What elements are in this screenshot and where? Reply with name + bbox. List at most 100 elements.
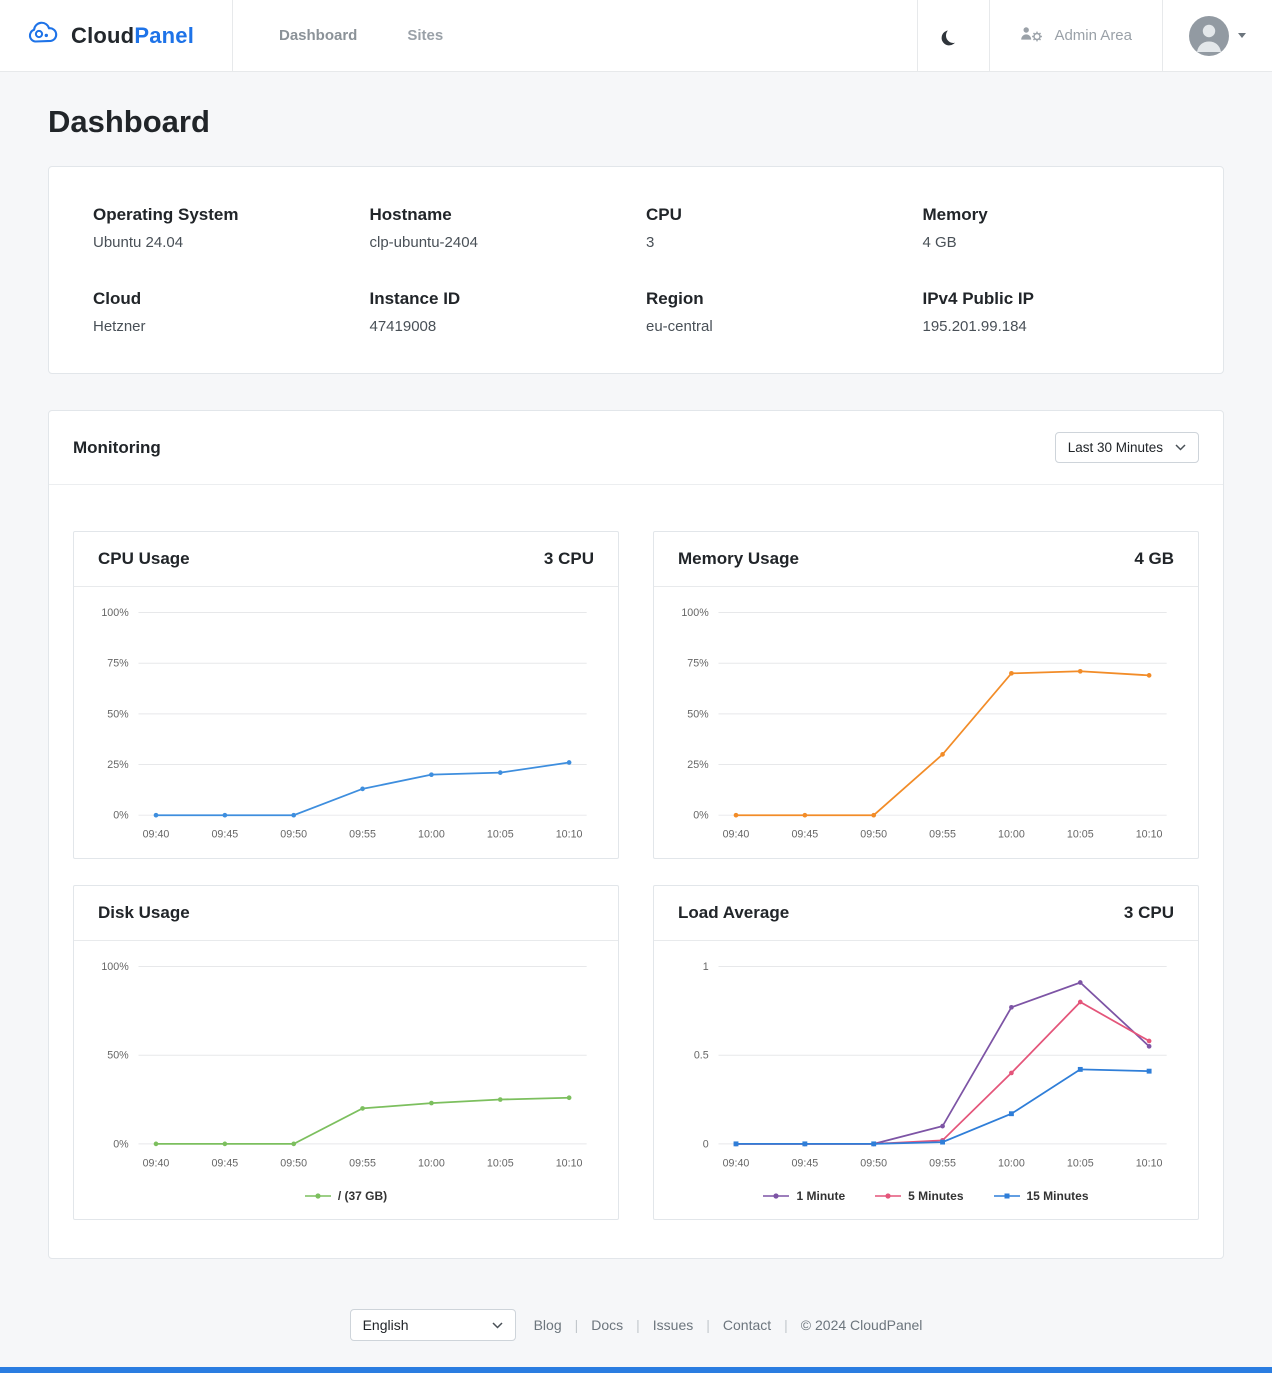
field-label: Region [646, 289, 903, 309]
chart-badge: 4 GB [1134, 549, 1174, 569]
admin-area-button[interactable]: Admin Area [989, 0, 1163, 71]
svg-text:75%: 75% [687, 658, 709, 670]
svg-text:50%: 50% [107, 1050, 129, 1062]
time-range-value: Last 30 Minutes [1068, 440, 1163, 455]
main-nav: Dashboard Sites [279, 0, 917, 71]
svg-text:25%: 25% [107, 759, 129, 771]
svg-text:10:10: 10:10 [556, 1157, 583, 1169]
server-info-card: Operating System Ubuntu 24.04 Hostname c… [48, 166, 1224, 374]
brand-name: CloudPanel [71, 23, 194, 49]
language-select[interactable]: English [350, 1309, 516, 1341]
chart-panel: Disk Usage 0%50%100%09:4009:4509:5009:55… [73, 885, 619, 1220]
svg-text:0.5: 0.5 [694, 1050, 709, 1062]
monitoring-header: Monitoring Last 30 Minutes [49, 411, 1223, 485]
svg-text:09:50: 09:50 [280, 1157, 307, 1169]
time-range-select[interactable]: Last 30 Minutes [1055, 432, 1199, 463]
page-title: Dashboard [48, 104, 1224, 140]
legend-label: 1 Minute [796, 1189, 845, 1203]
field-label: Operating System [93, 205, 350, 225]
field-value: eu-central [646, 318, 903, 335]
navbar-right: Admin Area [917, 0, 1272, 71]
admin-area-label: Admin Area [1054, 27, 1132, 44]
nav-item-dashboard[interactable]: Dashboard [279, 27, 357, 44]
chart-title: Memory Usage [678, 549, 799, 569]
line-chart: 00.5109:4009:4509:5009:5510:0010:0510:10 [660, 949, 1192, 1183]
monitoring-title: Monitoring [73, 438, 161, 458]
footer-link-docs[interactable]: Docs [591, 1317, 623, 1333]
chart-badge: 3 CPU [1124, 903, 1174, 923]
chart-header: CPU Usage 3 CPU [74, 532, 618, 587]
info-field-hostname: Hostname clp-ubuntu-2404 [370, 205, 627, 251]
separator: | [706, 1317, 710, 1333]
brand-logo[interactable]: CloudPanel [0, 0, 233, 71]
field-value: 4 GB [923, 234, 1180, 251]
svg-text:09:55: 09:55 [349, 1157, 376, 1169]
legend-item[interactable]: / (37 GB) [305, 1189, 387, 1203]
footer-link-blog[interactable]: Blog [534, 1317, 562, 1333]
chart-panel: Load Average 3 CPU 00.5109:4009:4509:500… [653, 885, 1199, 1220]
svg-text:10:00: 10:00 [418, 829, 445, 841]
line-chart: 0%25%50%75%100%09:4009:4509:5009:5510:00… [80, 595, 612, 854]
footer-links: Blog | Docs | Issues | Contact | © 2024 … [534, 1317, 923, 1333]
avatar [1189, 16, 1229, 56]
svg-text:10:00: 10:00 [418, 1157, 445, 1169]
field-label: IPv4 Public IP [923, 289, 1180, 309]
svg-text:50%: 50% [107, 708, 129, 720]
info-field-memory: Memory 4 GB [923, 205, 1180, 251]
legend-item[interactable]: 5 Minutes [875, 1189, 963, 1203]
svg-text:0%: 0% [113, 810, 129, 822]
chart-panel: CPU Usage 3 CPU 0%25%50%75%100%09:4009:4… [73, 531, 619, 859]
svg-text:09:40: 09:40 [723, 829, 750, 841]
separator: | [636, 1317, 640, 1333]
info-field-ipv4: IPv4 Public IP 195.201.99.184 [923, 289, 1180, 335]
chart-legend: / (37 GB) [74, 1187, 618, 1219]
separator: | [575, 1317, 579, 1333]
legend-label: / (37 GB) [338, 1189, 387, 1203]
field-label: Cloud [93, 289, 350, 309]
info-field-region: Region eu-central [646, 289, 903, 335]
field-value: 47419008 [370, 318, 627, 335]
footer-link-issues[interactable]: Issues [653, 1317, 693, 1333]
chart-badge: 3 CPU [544, 549, 594, 569]
svg-text:10:10: 10:10 [1136, 1157, 1163, 1169]
bottom-accent-bar [0, 1367, 1272, 1373]
line-chart: 0%25%50%75%100%09:4009:4509:5009:5510:00… [660, 595, 1192, 854]
language-value: English [363, 1317, 409, 1333]
svg-text:09:50: 09:50 [860, 829, 887, 841]
footer-link-contact[interactable]: Contact [723, 1317, 771, 1333]
svg-text:100%: 100% [101, 607, 129, 619]
chart-body: 0%25%50%75%100%09:4009:4509:5009:5510:00… [74, 587, 618, 858]
field-label: CPU [646, 205, 903, 225]
svg-text:1: 1 [703, 961, 709, 973]
svg-text:10:10: 10:10 [556, 829, 583, 841]
chart-body: 00.5109:4009:4509:5009:5510:0010:0510:10 [654, 941, 1198, 1187]
nav-item-sites[interactable]: Sites [407, 27, 443, 44]
field-value: Ubuntu 24.04 [93, 234, 350, 251]
svg-text:09:45: 09:45 [791, 1157, 818, 1169]
page-footer: English Blog | Docs | Issues | Contact |… [0, 1287, 1272, 1367]
chart-title: Disk Usage [98, 903, 190, 923]
chevron-down-icon [1238, 33, 1246, 38]
user-menu[interactable] [1163, 0, 1272, 71]
svg-text:0: 0 [703, 1138, 709, 1150]
svg-text:10:05: 10:05 [1067, 829, 1094, 841]
svg-text:09:40: 09:40 [143, 1157, 170, 1169]
svg-text:0%: 0% [113, 1138, 129, 1150]
main-content: Dashboard Operating System Ubuntu 24.04 … [0, 72, 1272, 1287]
legend-label: 5 Minutes [908, 1189, 963, 1203]
admin-gear-users-icon [1020, 25, 1044, 47]
svg-text:100%: 100% [681, 607, 709, 619]
field-label: Memory [923, 205, 1180, 225]
svg-text:0%: 0% [693, 810, 709, 822]
legend-item[interactable]: 1 Minute [763, 1189, 845, 1203]
svg-text:75%: 75% [107, 658, 129, 670]
chart-title: CPU Usage [98, 549, 190, 569]
line-chart: 0%50%100%09:4009:4509:5009:5510:0010:051… [80, 949, 612, 1183]
dark-mode-toggle[interactable] [917, 0, 989, 71]
svg-text:10:05: 10:05 [487, 1157, 514, 1169]
svg-text:09:50: 09:50 [860, 1157, 887, 1169]
legend-item[interactable]: 15 Minutes [994, 1189, 1089, 1203]
chart-title: Load Average [678, 903, 789, 923]
top-navbar: CloudPanel Dashboard Sites Admin Area [0, 0, 1272, 72]
svg-text:09:50: 09:50 [280, 829, 307, 841]
